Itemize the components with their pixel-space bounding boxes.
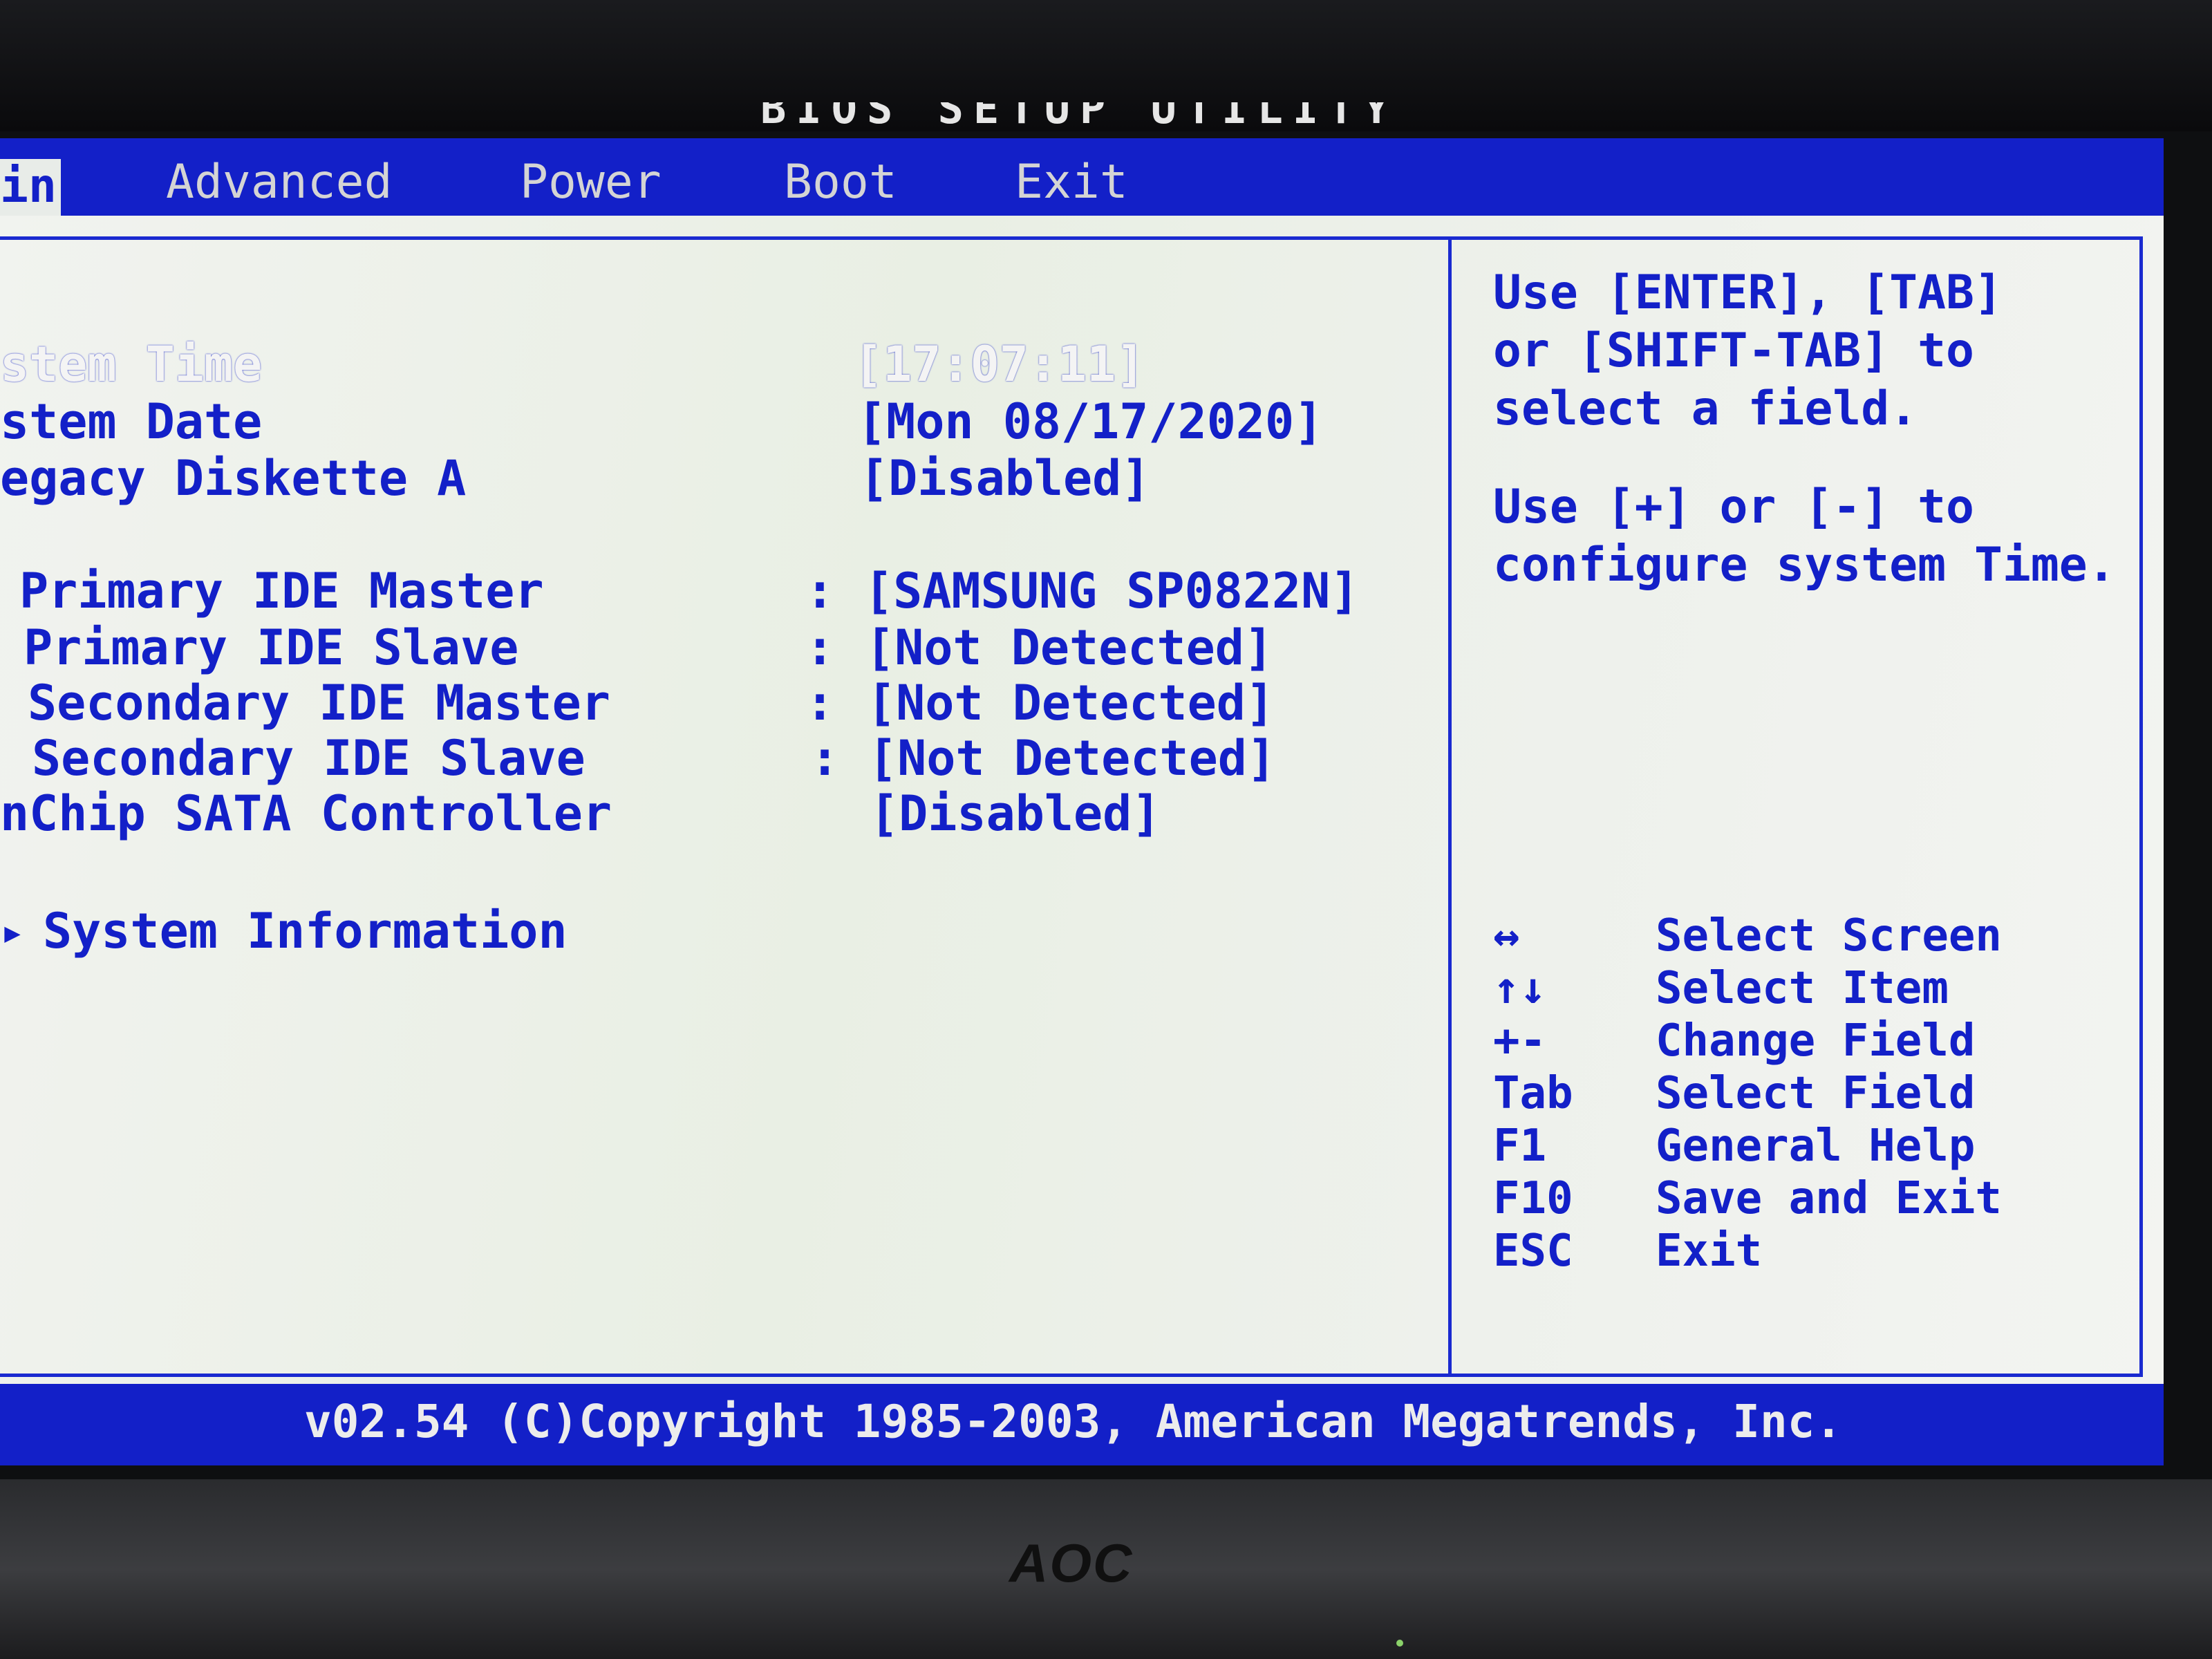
- monitor-bottom-bezel: AOC: [0, 1479, 2212, 1659]
- tab-main[interactable]: in: [0, 159, 61, 223]
- setting-secondary-ide-master[interactable]: Secondary IDE Master : [Not Detected]: [0, 679, 1382, 734]
- key-label: Tab: [1493, 1068, 1573, 1119]
- key-label: ESC: [1493, 1226, 1573, 1277]
- menu-bar: in Advanced Power Boot Exit: [0, 138, 2164, 223]
- setting-colon: :: [805, 563, 835, 619]
- power-led-icon[interactable]: [1396, 1640, 1403, 1647]
- key-legend: ↔ Select Screen ↑↓ Select Item +- Change…: [1493, 914, 2115, 1282]
- key-description: General Help: [1656, 1121, 1976, 1172]
- submenu-system-information[interactable]: ▸ System Information: [0, 907, 1382, 962]
- setting-colon: :: [810, 730, 840, 787]
- tab-advanced[interactable]: Advanced: [166, 159, 393, 206]
- help-panel: Use [ENTER], [TAB] or [SHIFT-TAB] to sel…: [1493, 264, 2116, 594]
- tab-boot[interactable]: Boot: [784, 159, 897, 206]
- status-bar: v02.54 (C)Copyright 1985-2003, American …: [0, 1384, 2164, 1465]
- setting-value[interactable]: [SAMSUNG SP0822N]: [864, 567, 1359, 615]
- main-panel: stem Time [17:07:11] stem Date [Mon 08/1…: [0, 216, 2164, 1384]
- setting-legacy-diskette[interactable]: egacy Diskette A [Disabled]: [0, 454, 1382, 509]
- setting-label: Secondary IDE Slave: [32, 730, 585, 787]
- setting-value[interactable]: [Disabled]: [870, 789, 1161, 838]
- key-label: F10: [1493, 1173, 1573, 1224]
- bios-screen: BIOS SETUP UTILITY in Advanced Power Boo…: [0, 0, 2212, 1659]
- key-description: Save and Exit: [1656, 1173, 2002, 1224]
- key-row: ↑↓ Select Item: [1493, 966, 2115, 1019]
- monitor-logo: AOC: [1009, 1533, 1134, 1593]
- left-right-arrow-icon: ↔: [1493, 910, 1520, 962]
- setting-onchip-sata[interactable]: nChip SATA Controller [Disabled]: [0, 789, 1382, 845]
- tab-exit[interactable]: Exit: [1015, 159, 1128, 206]
- panel-divider: [1448, 236, 1452, 1377]
- setting-label: Primary IDE Slave: [24, 619, 519, 676]
- setting-value[interactable]: [Not Detected]: [868, 734, 1276, 782]
- setting-label: egacy Diskette A: [0, 450, 467, 507]
- help-line: or [SHIFT-TAB] to: [1493, 324, 1974, 378]
- setting-colon: :: [805, 675, 835, 731]
- key-description: Select Screen: [1656, 910, 2002, 962]
- key-row: ESC Exit: [1493, 1229, 2115, 1282]
- setting-system-date[interactable]: stem Date [Mon 08/17/2020]: [0, 397, 1382, 453]
- setting-label: stem Time: [0, 336, 263, 393]
- copyright-text: v02.54 (C)Copyright 1985-2003, American …: [304, 1395, 1843, 1448]
- setting-label: nChip SATA Controller: [0, 785, 612, 842]
- setting-primary-ide-slave[interactable]: Primary IDE Slave : [Not Detected]: [0, 624, 1382, 679]
- key-description: Select Item: [1656, 963, 1949, 1014]
- setting-value[interactable]: [Mon 08/17/2020]: [857, 397, 1323, 446]
- help-line: Use [ENTER], [TAB]: [1493, 265, 2003, 320]
- help-line: Use [+] or [-] to: [1493, 480, 1974, 534]
- key-description: Select Field: [1656, 1068, 1976, 1119]
- setting-colon: :: [805, 619, 835, 676]
- setting-value[interactable]: [Not Detected]: [865, 624, 1273, 672]
- setting-label: stem Date: [0, 393, 263, 450]
- submenu-label: System Information: [43, 903, 568, 959]
- submenu-arrow-icon: ▸: [0, 908, 26, 956]
- setting-value[interactable]: [17:07:11]: [854, 340, 1145, 388]
- key-label: +-: [1493, 1015, 1547, 1067]
- tab-power[interactable]: Power: [520, 159, 662, 206]
- bios-title: BIOS SETUP UTILITY: [760, 102, 1399, 133]
- key-row: Tab Select Field: [1493, 1071, 2115, 1124]
- key-row: +- Change Field: [1493, 1019, 2115, 1071]
- setting-system-time[interactable]: stem Time [17:07:11]: [0, 340, 1382, 395]
- setting-value[interactable]: [Not Detected]: [867, 679, 1275, 727]
- key-row: F10 Save and Exit: [1493, 1177, 2115, 1229]
- key-description: Change Field: [1656, 1015, 1976, 1067]
- setting-label: Primary IDE Master: [19, 563, 544, 619]
- help-line: configure system Time.: [1493, 538, 2116, 592]
- key-row: F1 General Help: [1493, 1124, 2115, 1177]
- setting-label: Secondary IDE Master: [28, 675, 610, 731]
- up-down-arrow-icon: ↑↓: [1493, 963, 1547, 1014]
- setting-secondary-ide-slave[interactable]: Secondary IDE Slave : [Not Detected]: [0, 734, 1382, 789]
- key-description: Exit: [1656, 1226, 1763, 1277]
- setting-value[interactable]: [Disabled]: [859, 454, 1150, 503]
- help-line: select a field.: [1493, 382, 1918, 436]
- key-label: F1: [1493, 1121, 1547, 1172]
- setting-primary-ide-master[interactable]: Primary IDE Master : [SAMSUNG SP0822N]: [0, 567, 1382, 622]
- key-row: ↔ Select Screen: [1493, 914, 2115, 966]
